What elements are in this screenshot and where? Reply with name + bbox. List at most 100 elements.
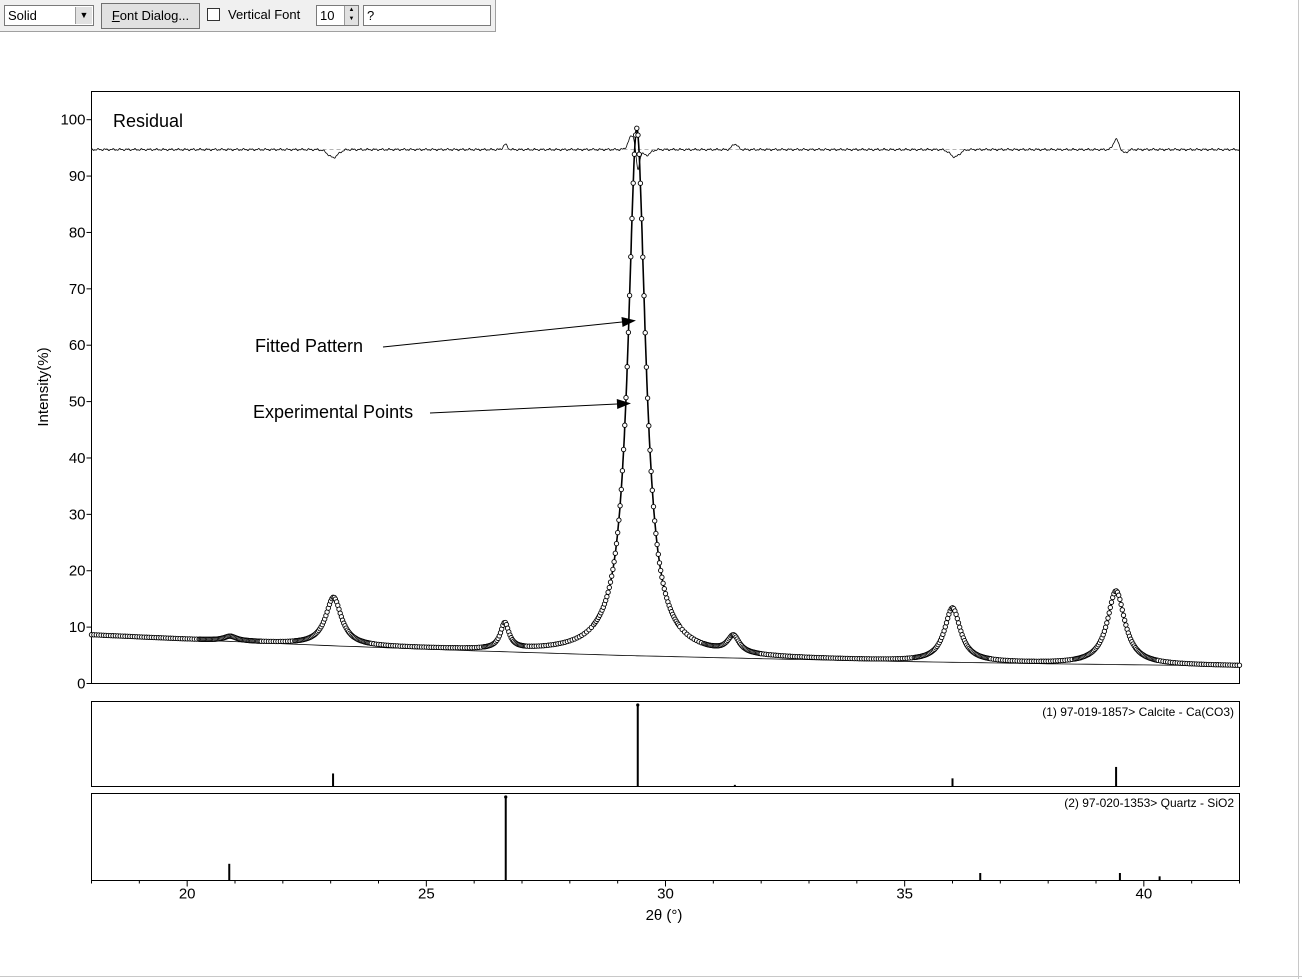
x-axis-label: 2θ (°) — [646, 907, 683, 924]
y-tick-label: 100 — [60, 112, 85, 129]
experimental-point — [617, 503, 623, 509]
quartz-sticks — [228, 795, 1161, 881]
experimental-point — [604, 593, 610, 600]
experimental-point — [640, 254, 646, 260]
residual-label: Residual — [113, 111, 183, 131]
experimental-point — [648, 468, 654, 475]
experimental-point — [641, 293, 647, 299]
experimental-point — [643, 364, 650, 370]
experimental-point — [609, 573, 615, 579]
experimental-point — [650, 503, 657, 510]
experimental-points — [88, 125, 1243, 668]
experimental-point — [622, 422, 628, 428]
experimental-points-arrowhead — [616, 399, 631, 409]
experimental-point — [644, 395, 651, 401]
experimental-point — [635, 132, 641, 138]
experimental-point — [605, 589, 611, 595]
experimental-point — [612, 550, 618, 556]
y-axis: 0 10 20 30 40 50 60 70 80 90 100 — [60, 112, 92, 693]
experimental-point — [658, 567, 664, 574]
experimental-point — [646, 423, 652, 429]
y-tick-label: 0 — [77, 676, 85, 693]
experimental-point — [1122, 617, 1128, 623]
residual-line — [91, 135, 1240, 171]
experimental-point — [638, 216, 645, 222]
series-layer — [88, 125, 1243, 668]
experimental-point — [618, 486, 624, 493]
y-tick-label: 30 — [69, 506, 86, 523]
experimental-point — [1119, 607, 1125, 613]
experimental-point — [1236, 662, 1243, 668]
y-tick-label: 70 — [69, 281, 86, 298]
experimental-point — [1107, 604, 1113, 611]
x-tick-label: 30 — [657, 886, 674, 903]
experimental-point — [626, 292, 633, 299]
experimental-point — [654, 541, 660, 548]
experimental-point — [1104, 620, 1110, 626]
experimental-point — [624, 364, 630, 370]
xrd-chart: 0 10 20 30 40 50 60 70 80 90 100 Residual Fitted P… — [35, 91, 1243, 924]
experimental-point — [607, 579, 614, 585]
x-tick-label: 20 — [179, 886, 196, 903]
reference-stick-cap — [636, 703, 640, 707]
experimental-point — [625, 329, 632, 336]
experimental-point — [661, 586, 667, 592]
experimental-point — [1106, 610, 1112, 616]
experimental-point — [660, 580, 666, 586]
experimental-point — [954, 615, 960, 622]
experimental-point — [656, 560, 663, 566]
experimental-point — [629, 215, 635, 222]
y-axis-label: Intensity(%) — [35, 347, 52, 426]
experimental-point — [630, 180, 636, 186]
experimental-point — [662, 590, 669, 597]
fitted-pattern-label: Fitted Pattern — [255, 336, 363, 356]
experimental-point — [649, 487, 655, 493]
experimental-point — [637, 180, 644, 186]
experimental-point — [631, 151, 638, 157]
experimental-point — [1108, 599, 1115, 605]
fitted-pattern-arrow — [382, 321, 623, 348]
y-tick-label: 80 — [69, 224, 86, 241]
calcite-reference-label: (1) 97-019-1857> Calcite - Ca(CO3) — [1042, 705, 1234, 719]
experimental-point — [655, 551, 661, 557]
x-axis: 20 25 30 35 40 — [91, 880, 1240, 903]
experimental-point — [642, 330, 648, 336]
y-tick-label: 60 — [69, 337, 86, 354]
reference-stick-cap — [504, 795, 508, 799]
y-tick-label: 10 — [69, 619, 86, 636]
calcite-sticks — [332, 703, 1118, 787]
x-tick-label: 40 — [1135, 886, 1152, 903]
experimental-point — [953, 611, 959, 618]
y-tick-label: 40 — [69, 450, 86, 467]
experimental-point — [616, 517, 622, 523]
experimental-point — [1120, 612, 1127, 618]
experimental-point — [606, 584, 612, 591]
experimental-point — [619, 468, 626, 474]
experimental-point — [659, 574, 665, 580]
experimental-point — [647, 447, 653, 453]
experimental-point — [1117, 596, 1123, 603]
experimental-point — [628, 254, 634, 260]
window-edge-right — [1298, 0, 1299, 979]
experimental-point — [1123, 622, 1129, 628]
experimental-point — [615, 529, 621, 536]
window-edge-bottom — [0, 976, 1302, 977]
experimental-points-arrow — [429, 403, 618, 414]
experimental-point — [943, 620, 950, 626]
experimental-point — [1105, 615, 1111, 621]
experimental-point — [942, 624, 948, 630]
experimental-point — [653, 530, 659, 537]
experimental-point — [652, 518, 658, 524]
experimental-points-label: Experimental Points — [253, 402, 413, 422]
x-tick-label: 25 — [418, 886, 435, 903]
experimental-point — [634, 125, 640, 131]
experimental-point — [623, 394, 629, 401]
experimental-point — [1116, 592, 1122, 598]
experimental-point — [620, 446, 627, 453]
experimental-point — [1102, 624, 1109, 630]
experimental-point — [1118, 601, 1124, 608]
experimental-point — [610, 566, 616, 573]
y-tick-label: 90 — [69, 168, 86, 185]
x-tick-label: 35 — [896, 886, 913, 903]
experimental-point — [611, 559, 617, 565]
